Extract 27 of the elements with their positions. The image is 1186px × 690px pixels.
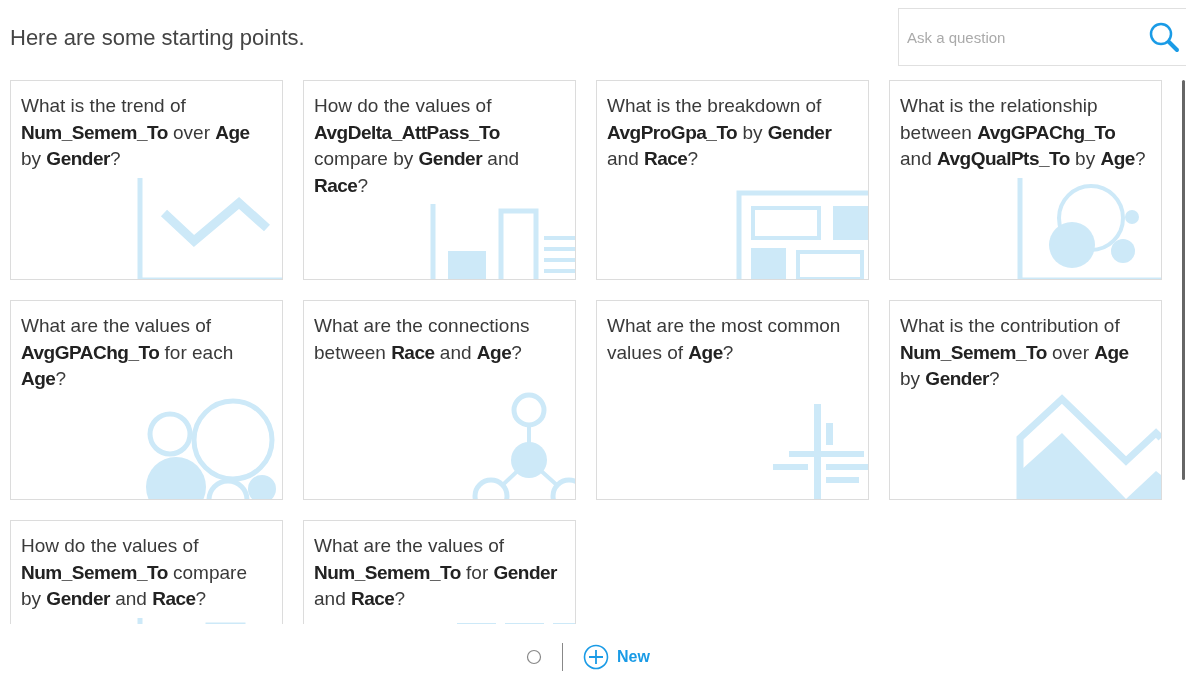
suggestion-card[interactable]: What is the contribution of Num_Semem_To over Age by Gender? xyxy=(889,300,1162,500)
suggestion-card[interactable]: What is the trend of Num_Semem_To over Age by Gender? xyxy=(10,80,283,280)
suggestion-card[interactable]: How do the values of Num_Semem_To compare by Gender and Race? xyxy=(10,520,283,624)
question-text: What are the values of Num_Semem_To for Gender and Race? xyxy=(313,534,559,611)
question-text: What is the contribution of Num_Semem_To over Age by Gender? xyxy=(899,314,1130,391)
circle-icon[interactable] xyxy=(526,649,543,665)
suggestion-card[interactable]: What are the most common values of Age? xyxy=(596,300,869,500)
scrollbar[interactable] xyxy=(1182,80,1185,480)
area-chart-icon xyxy=(1016,392,1161,499)
suggestion-card[interactable]: What is the relationship between AvgGPAChg_To and AvgQualPts_To by Age? xyxy=(889,80,1162,280)
question-text: How do the values of Num_Semem_To compare by Gender and Race? xyxy=(20,534,248,611)
heading: Here are some starting points. xyxy=(10,25,305,51)
suggestion-card[interactable]: What are the connections between Race and Age? xyxy=(303,300,576,500)
suggestion-card[interactable]: What are the values of AvgGPAChg_To for each Age? xyxy=(10,300,283,500)
search-field[interactable]: Ask a question xyxy=(898,8,1186,66)
question-text: What are the connections between Race and Age? xyxy=(313,314,531,365)
suggestion-card[interactable]: What is the breakdown of AvgProGpa_To by Gender and Race? xyxy=(596,80,869,280)
plus-icon xyxy=(583,644,610,670)
question-text: How do the values of AvgDelta_AttPass_To compare by Gender and Race? xyxy=(313,94,521,198)
search-icon[interactable] xyxy=(1148,21,1180,53)
question-text: What are the most common values of Age? xyxy=(606,314,842,365)
suggestion-card[interactable]: What are the values of Num_Semem_To for Gender and Race? xyxy=(303,520,576,624)
question-text: What are the values of AvgGPAChg_To for each Age? xyxy=(20,314,235,391)
question-text: What is the trend of Num_Semem_To over Age by Gender? xyxy=(20,94,251,171)
question-text: What is the relationship between AvgGPAChg_To and AvgQualPts_To by Age? xyxy=(899,94,1147,171)
question-text: What is the breakdown of AvgProGpa_To by Gender and Race? xyxy=(606,94,833,171)
suggestion-card[interactable]: How do the values of AvgDelta_AttPass_To compare by Gender and Race? xyxy=(303,80,576,280)
